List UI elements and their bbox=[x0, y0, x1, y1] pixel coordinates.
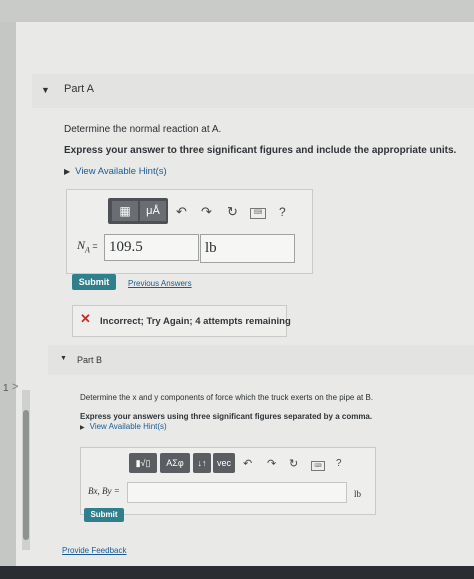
templates-icon[interactable]: ▦ bbox=[112, 201, 138, 221]
reset-icon[interactable]: ↻ bbox=[289, 457, 298, 470]
part-a-header[interactable] bbox=[32, 74, 474, 108]
reset-icon[interactable]: ↻ bbox=[227, 204, 238, 220]
part-b-instruction: Express your answers using three signifi… bbox=[80, 412, 373, 421]
hint-expand-icon: ▶ bbox=[80, 425, 85, 431]
part-b-answer-label: Bx, By = bbox=[88, 486, 120, 496]
templates-icon[interactable]: ▮√▯ bbox=[129, 453, 157, 473]
bottom-bar bbox=[0, 566, 474, 579]
help-icon[interactable]: ? bbox=[279, 205, 286, 219]
top-band bbox=[0, 0, 474, 22]
previous-answers-link[interactable]: Previous Answers bbox=[128, 279, 192, 288]
part-a-collapse-icon[interactable]: ▼ bbox=[41, 85, 50, 95]
part-b-submit-button[interactable]: Submit bbox=[84, 508, 124, 522]
unit-input[interactable]: lb bbox=[200, 234, 295, 263]
part-b-unit-label: lb bbox=[354, 489, 362, 499]
hint-link-label: View Available Hint(s) bbox=[75, 166, 167, 177]
scrollbar-thumb[interactable] bbox=[23, 410, 29, 540]
part-a-answer-label: NA = bbox=[77, 238, 98, 255]
keyboard-icon[interactable]: ⌨ bbox=[311, 461, 325, 471]
redo-icon[interactable]: ↷ bbox=[201, 204, 212, 220]
arrows-button[interactable]: ↓↑ bbox=[193, 453, 211, 473]
vector-button[interactable]: vec bbox=[213, 453, 235, 473]
part-a-instruction: Express your answer to three significant… bbox=[64, 145, 457, 156]
part-b-prompt: Determine the x and y components of forc… bbox=[80, 393, 374, 402]
provide-feedback-link[interactable]: Provide Feedback bbox=[62, 546, 126, 555]
incorrect-icon: ✕ bbox=[80, 311, 91, 326]
part-a-prompt: Determine the normal reaction at A. bbox=[64, 124, 222, 135]
value-input[interactable]: 109.5 bbox=[104, 234, 199, 261]
part-b-answer-input[interactable] bbox=[127, 482, 347, 503]
undo-icon[interactable]: ↶ bbox=[176, 204, 187, 220]
undo-icon[interactable]: ↶ bbox=[243, 457, 252, 470]
sidebar-expand-arrow[interactable]: > bbox=[12, 381, 18, 393]
feedback-text: Incorrect; Try Again; 4 attempts remaini… bbox=[100, 316, 291, 327]
part-b-header[interactable] bbox=[48, 345, 474, 375]
part-b-hint-link[interactable]: ▶ View Available Hint(s) bbox=[80, 422, 167, 431]
redo-icon[interactable]: ↷ bbox=[267, 457, 276, 470]
hint-expand-icon: ▶ bbox=[64, 167, 71, 176]
part-a-title: Part A bbox=[64, 83, 94, 95]
keyboard-icon[interactable]: ⌨ bbox=[250, 208, 266, 219]
greek-symbols-button[interactable]: ΑΣφ bbox=[160, 453, 190, 473]
part-a-hint-link[interactable]: ▶ View Available Hint(s) bbox=[64, 166, 167, 177]
units-button[interactable]: μÅ bbox=[140, 201, 166, 221]
part-a-submit-button[interactable]: Submit bbox=[72, 274, 116, 290]
sidebar-item-number: 1 bbox=[3, 383, 9, 394]
left-strip bbox=[0, 22, 16, 579]
part-b-title: Part B bbox=[77, 355, 103, 365]
help-icon[interactable]: ? bbox=[336, 458, 342, 469]
hint-link-label: View Available Hint(s) bbox=[89, 422, 167, 431]
part-b-collapse-icon[interactable]: ▼ bbox=[60, 355, 67, 362]
